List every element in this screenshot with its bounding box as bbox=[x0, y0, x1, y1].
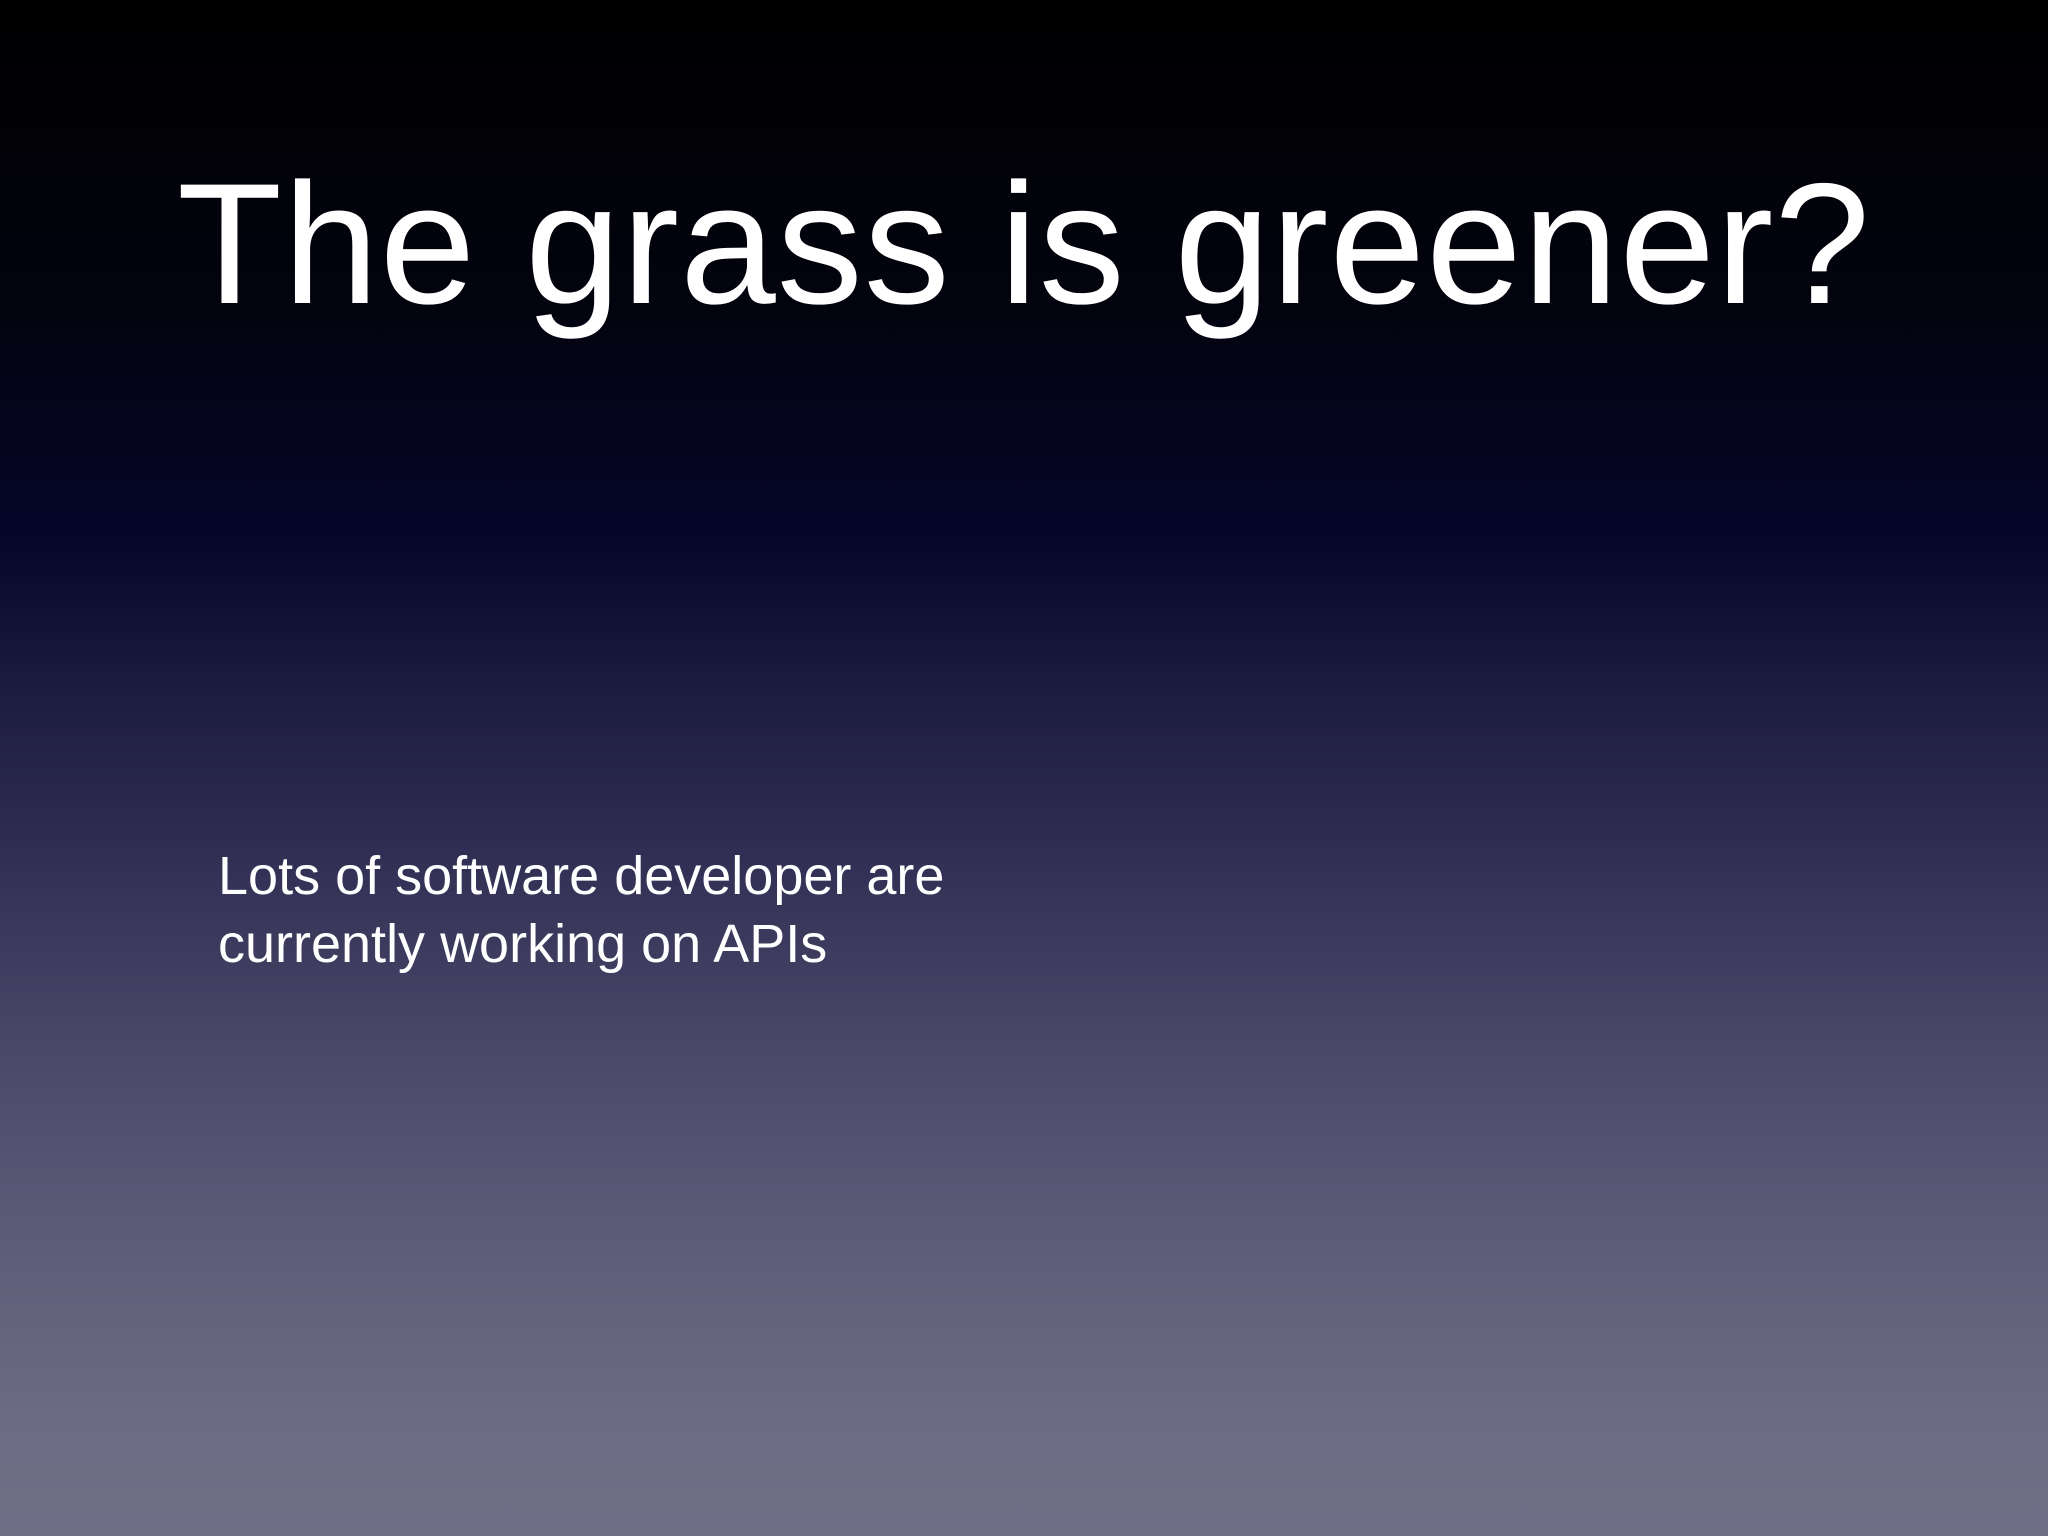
presentation-slide: The grass is greener? Lots of software d… bbox=[0, 0, 2048, 1536]
body-line: currently working on APIs bbox=[218, 914, 828, 974]
body-line: Lots of software developer are bbox=[218, 846, 945, 906]
slide-body-text: Lots of software developer are currently… bbox=[218, 842, 1318, 978]
slide-title: The grass is greener? bbox=[176, 148, 1872, 340]
